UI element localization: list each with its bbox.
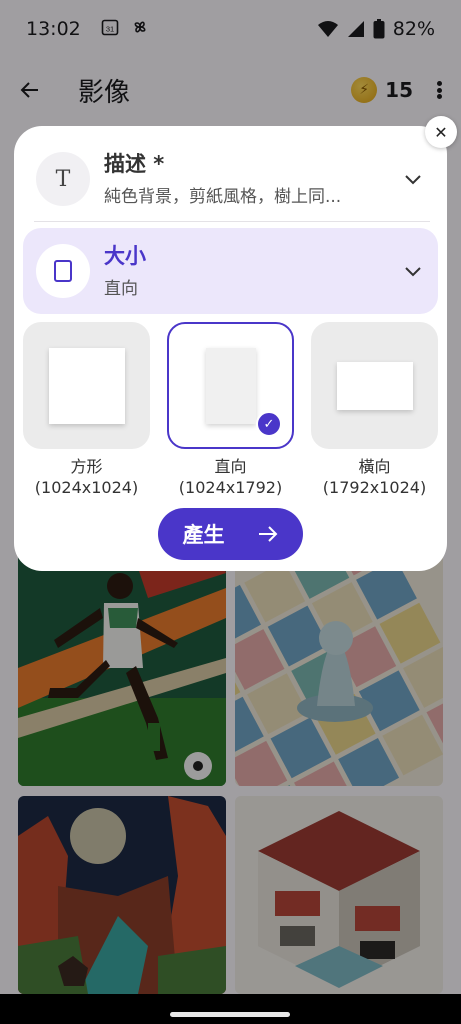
- option-dims: (1024x1024): [34, 478, 139, 497]
- size-option-portrait[interactable]: ✓ 直向 (1024x1792): [167, 322, 294, 502]
- home-handle[interactable]: [170, 1012, 290, 1017]
- size-row[interactable]: 大小 直向: [23, 228, 438, 314]
- close-icon[interactable]: ✕: [425, 116, 457, 148]
- size-option-card[interactable]: [311, 322, 438, 449]
- description-title: 描述 *: [104, 151, 165, 176]
- navigation-bar: [0, 994, 461, 1024]
- chevron-down-icon[interactable]: [401, 167, 425, 191]
- option-label: 直向: [214, 457, 247, 476]
- size-option-card[interactable]: ✓: [167, 322, 294, 449]
- generate-button[interactable]: 產生: [158, 508, 303, 560]
- portrait-preview: [205, 347, 256, 424]
- description-row[interactable]: T 描述 * 純色背景，剪紙風格，樹上同...: [23, 136, 438, 222]
- option-dims: (1024x1792): [178, 478, 283, 497]
- chevron-down-icon[interactable]: [401, 259, 425, 283]
- description-value: 純色背景，剪紙風格，樹上同...: [104, 187, 342, 208]
- square-preview: [48, 347, 125, 424]
- size-title: 大小: [104, 243, 146, 268]
- size-options: 方形 (1024x1024) ✓ 直向 (1024x1792) 橫向 (1792…: [23, 322, 438, 502]
- size-value: 直向: [104, 279, 138, 300]
- size-option-landscape[interactable]: 橫向 (1792x1024): [311, 322, 438, 502]
- size-option-card[interactable]: [23, 322, 150, 449]
- arrow-right-icon: [258, 526, 277, 542]
- landscape-preview: [336, 361, 413, 410]
- option-label: 方形: [70, 457, 103, 476]
- option-label: 橫向: [358, 457, 391, 476]
- size-option-square[interactable]: 方形 (1024x1024): [23, 322, 150, 502]
- text-icon: T: [36, 152, 90, 206]
- portrait-frame-icon: [36, 244, 90, 298]
- check-icon: ✓: [256, 411, 282, 437]
- generate-label: 產生: [182, 523, 225, 547]
- divider: [34, 221, 430, 222]
- option-dims: (1792x1024): [322, 478, 427, 497]
- image-settings-dialog: T 描述 * 純色背景，剪紙風格，樹上同... 大小 直向 方形 (1024x1…: [14, 126, 447, 571]
